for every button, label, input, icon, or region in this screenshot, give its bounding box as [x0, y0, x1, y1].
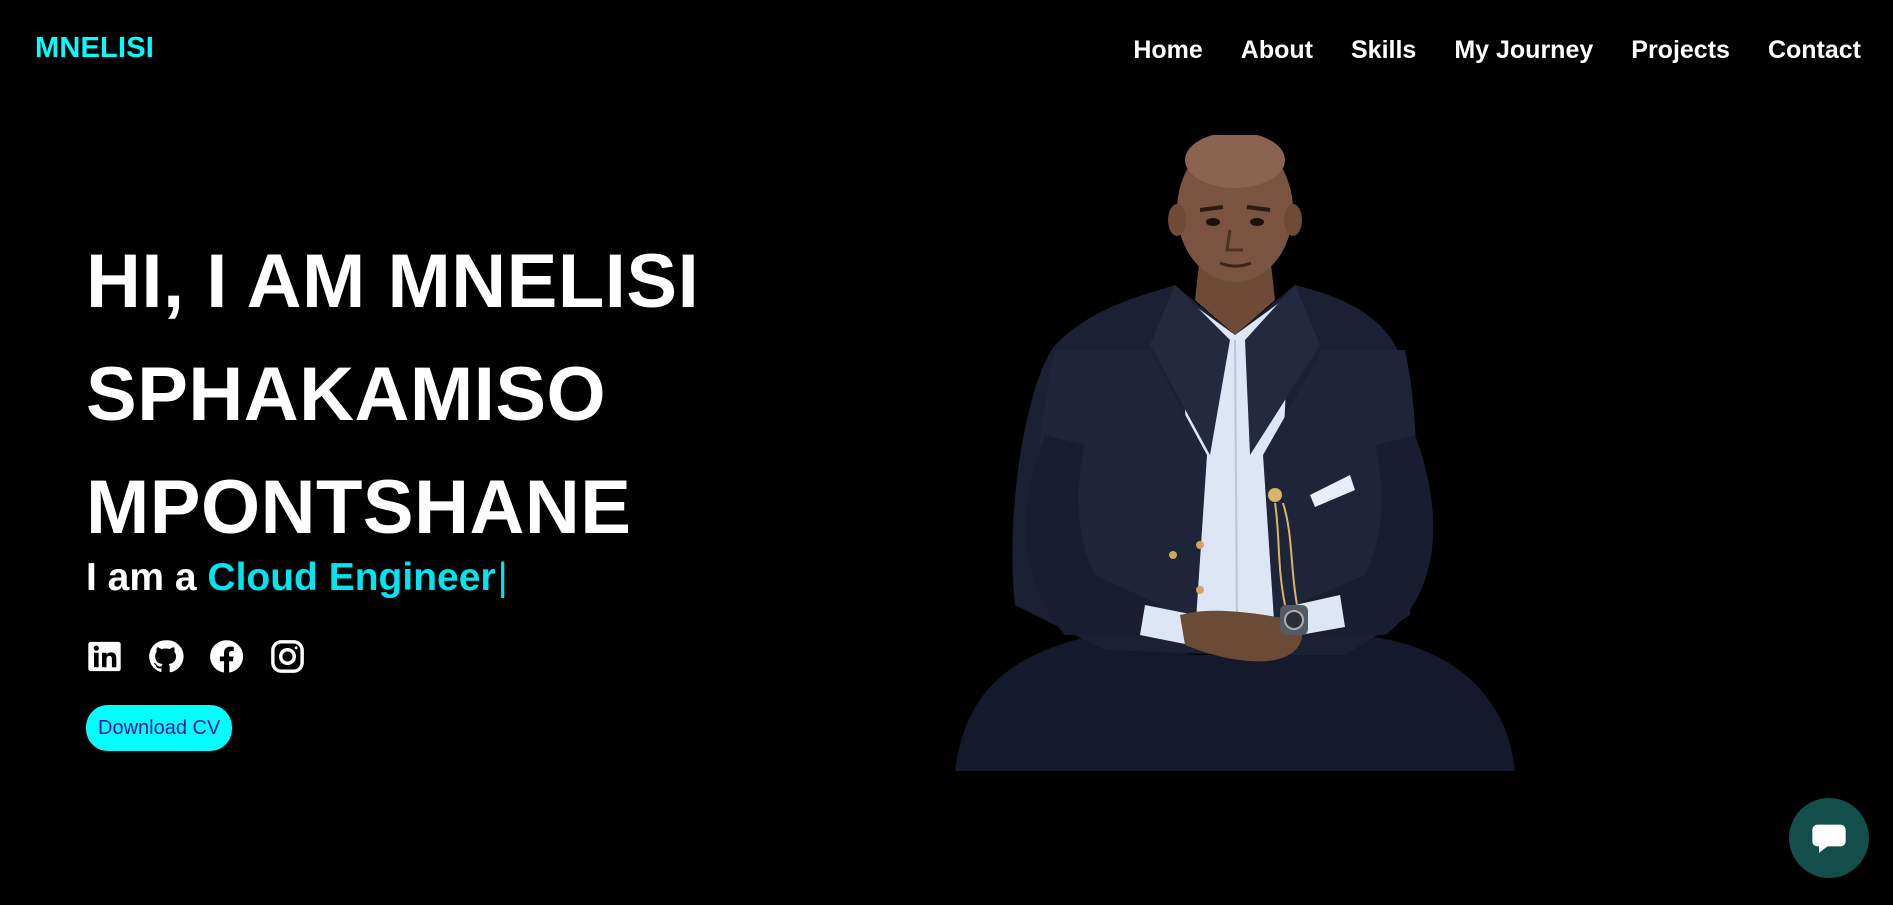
chat-bubble-icon[interactable]: [1789, 798, 1869, 878]
navbar: MNELISI Home About Skills My Journey Pro…: [0, 0, 1893, 100]
hero-title-line-3: MPONTSHANE: [86, 465, 632, 550]
typing-caret: |: [497, 556, 508, 599]
github-icon[interactable]: [147, 638, 184, 675]
nav-links: Home About Skills My Journey Projects Co…: [1095, 36, 1861, 65]
social-links: [86, 636, 906, 676]
linkedin-icon[interactable]: [86, 638, 123, 675]
nav-link-contact[interactable]: Contact: [1768, 36, 1861, 65]
logo[interactable]: MNELISI: [35, 32, 154, 65]
hero-title-line-2: SPHAKAMISO: [86, 352, 607, 437]
nav-link-projects[interactable]: Projects: [1631, 36, 1730, 65]
nav-link-skills[interactable]: Skills: [1351, 36, 1416, 65]
hero-subtitle: I am a Cloud Engineer|: [86, 556, 906, 600]
hero-title-line-1: HI, I AM MNELISI: [86, 239, 700, 324]
instagram-icon[interactable]: [269, 638, 306, 675]
nav-link-about[interactable]: About: [1241, 36, 1313, 65]
download-cv-button[interactable]: Download CV: [86, 705, 233, 751]
hero-section: HI, I AM MNELISI SPHAKAMISO MPONTSHANE I…: [86, 225, 906, 751]
page: MNELISI Home About Skills My Journey Pro…: [0, 0, 1893, 905]
profile-photo: [945, 135, 1525, 771]
nav-link-home[interactable]: Home: [1133, 36, 1202, 65]
facebook-icon[interactable]: [208, 638, 245, 675]
subtitle-prefix: I am a: [86, 556, 208, 599]
nav-link-my-journey[interactable]: My Journey: [1454, 36, 1593, 65]
hero-title: HI, I AM MNELISI SPHAKAMISO MPONTSHANE: [86, 225, 906, 564]
subtitle-role: Cloud Engineer: [207, 556, 496, 599]
